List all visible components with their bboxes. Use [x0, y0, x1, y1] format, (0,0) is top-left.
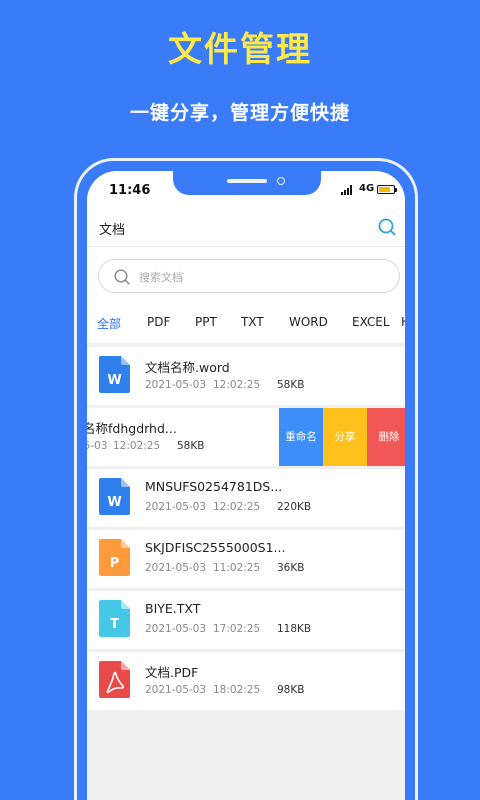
- file-date: 2021-05-03: [145, 379, 207, 391]
- delete-button[interactable]: 删除: [367, 408, 405, 466]
- phone-screen: 11:46 4G 文档 搜索文档 全部 PDF PPT TXT WORD EXC…: [87, 171, 405, 800]
- filter-tabs: 全部 PDF PPT TXT WORD EXCEL H: [87, 305, 405, 343]
- file-time: 12:02:25: [213, 379, 261, 391]
- share-button[interactable]: 分享: [323, 408, 367, 466]
- notch: [173, 171, 321, 195]
- file-name: 名称fdhgdrhd...: [87, 421, 177, 436]
- svg-text:P: P: [110, 556, 120, 571]
- file-name: MNSUFS0254781DS...: [145, 479, 283, 494]
- app-bar: 文档: [87, 207, 405, 247]
- tab-pdf[interactable]: PDF: [147, 315, 170, 329]
- phone-frame: 11:46 4G 文档 搜索文档 全部 PDF PPT TXT WORD EXC…: [74, 158, 418, 800]
- svg-text:W: W: [107, 373, 121, 388]
- file-size: 36KB: [277, 562, 305, 574]
- tab-word[interactable]: WORD: [289, 315, 328, 329]
- list-item[interactable]: 文档.PDF 2021-05-03 18:02:25 98KB: [87, 652, 405, 710]
- file-date: 05-03: [87, 440, 108, 452]
- battery-tip: [395, 188, 397, 192]
- tab-all[interactable]: 全部: [97, 315, 121, 332]
- promo-title: 文件管理: [168, 30, 312, 70]
- search-icon: [114, 269, 130, 285]
- search-bar: [87, 247, 405, 305]
- file-time: 18:02:25: [213, 684, 261, 696]
- file-size: 58KB: [177, 440, 205, 452]
- network-label: 4G: [359, 183, 375, 194]
- list-item-swiped[interactable]: 名称fdhgdrhd... 05-03 12:02:25 58KB 重命名 分享…: [87, 408, 405, 466]
- list-item[interactable]: T BIYE.TXT 2021-05-03 17:02:25 118KB: [87, 591, 405, 649]
- signal-icon: [341, 185, 355, 195]
- txt-file-icon: T: [99, 600, 130, 637]
- file-date: 2021-05-03: [145, 562, 207, 574]
- file-size: 118KB: [277, 623, 312, 635]
- file-time: 17:02:25: [213, 623, 261, 635]
- rename-button[interactable]: 重命名: [279, 408, 323, 466]
- list-item[interactable]: W MNSUFS0254781DS... 2021-05-03 12:02:25…: [87, 469, 405, 527]
- camera-icon: [277, 177, 285, 185]
- pdf-file-icon: [99, 661, 130, 698]
- speaker-icon: [227, 179, 267, 183]
- page-title: 文档: [99, 223, 126, 238]
- file-date: 2021-05-03: [145, 501, 207, 513]
- search-icon[interactable]: [377, 217, 397, 237]
- file-date: 2021-05-03: [145, 623, 207, 635]
- file-date: 2021-05-03: [145, 684, 207, 696]
- search-input[interactable]: [139, 268, 379, 286]
- search-box[interactable]: [98, 259, 400, 293]
- promo-subtitle: 一键分享，管理方便快捷: [129, 102, 350, 124]
- file-name: BIYE.TXT: [145, 601, 201, 616]
- word-file-icon: W: [99, 356, 130, 393]
- ppt-file-icon: P: [99, 539, 130, 576]
- tab-more[interactable]: H: [401, 315, 405, 329]
- file-name: SKJDFISC2555000S1...: [145, 540, 286, 555]
- file-time: 12:02:25: [113, 440, 161, 452]
- file-size: 98KB: [277, 684, 305, 696]
- tab-txt[interactable]: TXT: [241, 315, 264, 329]
- status-time: 11:46: [109, 183, 151, 198]
- file-time: 12:02:25: [213, 501, 261, 513]
- tab-ppt[interactable]: PPT: [195, 315, 217, 329]
- list-item[interactable]: W 文档名称.word 2021-05-03 12:02:25 58KB: [87, 347, 405, 405]
- file-name: 文档.PDF: [145, 665, 199, 680]
- svg-text:W: W: [107, 495, 121, 510]
- tab-excel[interactable]: EXCEL: [352, 315, 390, 329]
- svg-text:T: T: [110, 617, 119, 632]
- battery-icon: [377, 185, 395, 194]
- status-bar: 11:46 4G: [87, 171, 405, 207]
- list-item[interactable]: P SKJDFISC2555000S1... 2021-05-03 11:02:…: [87, 530, 405, 588]
- file-time: 11:02:25: [213, 562, 261, 574]
- file-name: 文档名称.word: [145, 360, 230, 375]
- file-size: 58KB: [277, 379, 305, 391]
- file-size: 220KB: [277, 501, 312, 513]
- word-file-icon: W: [99, 478, 130, 515]
